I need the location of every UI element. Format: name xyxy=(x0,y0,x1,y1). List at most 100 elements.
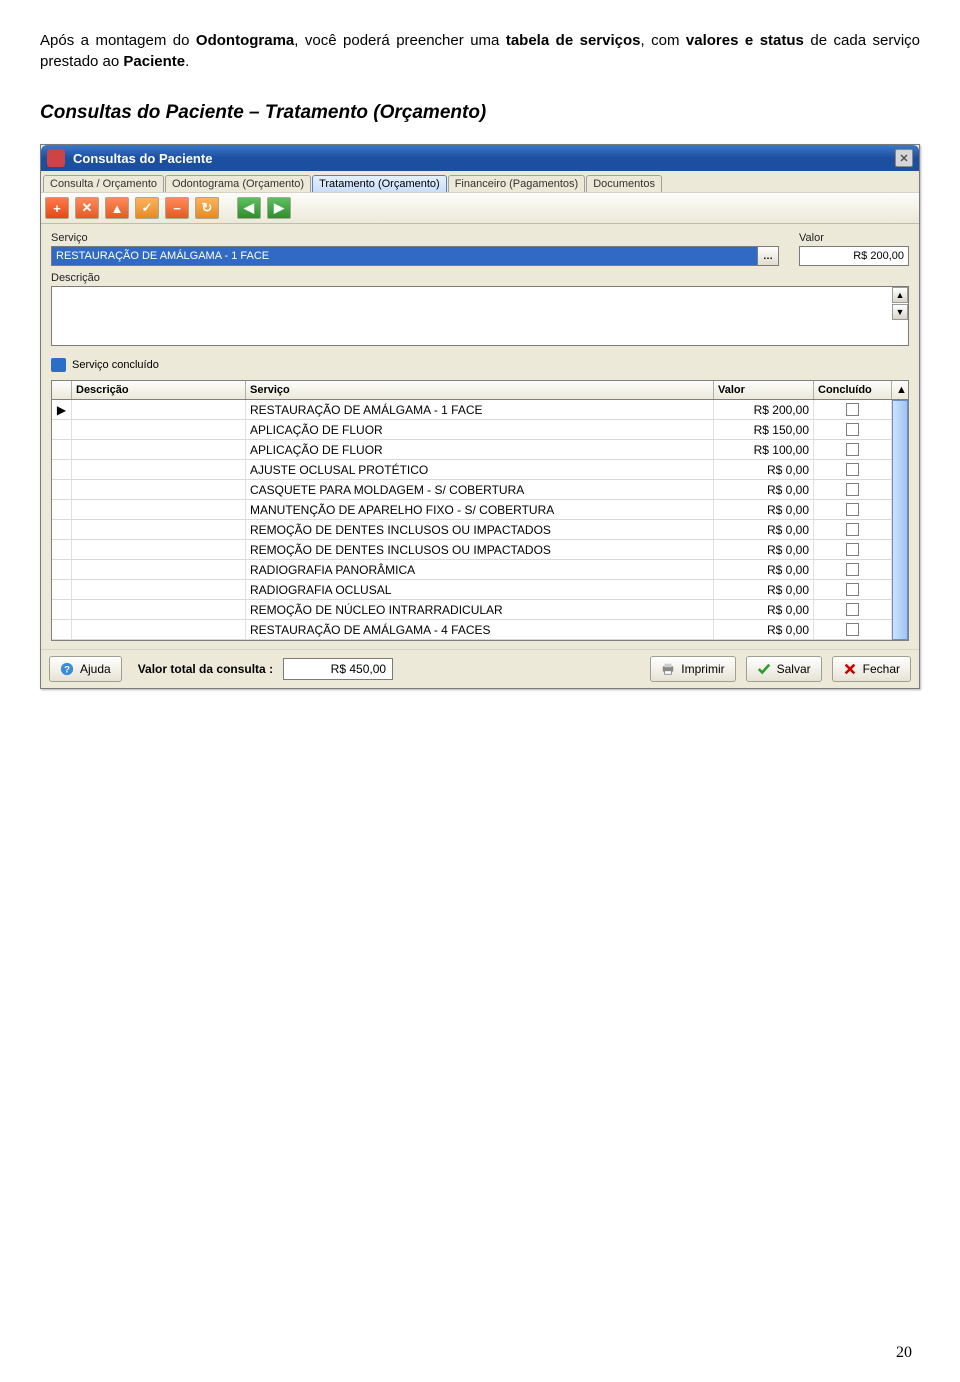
table-row[interactable]: REMOÇÃO DE NÚCLEO INTRARRADICULARR$ 0,00 xyxy=(52,600,908,620)
remove-button[interactable]: − xyxy=(165,197,189,219)
fechar-button[interactable]: Fechar xyxy=(832,656,911,682)
cell-descricao xyxy=(72,480,246,499)
refresh-button[interactable]: ↻ xyxy=(195,197,219,219)
cell-valor: R$ 200,00 xyxy=(714,400,814,419)
total-value: R$ 450,00 xyxy=(283,658,393,680)
cell-descricao xyxy=(72,500,246,519)
table-row[interactable]: CASQUETE PARA MOLDAGEM - S/ COBERTURAR$ … xyxy=(52,480,908,500)
ajuda-button[interactable]: ? Ajuda xyxy=(49,656,122,682)
intro-paragraph: Após a montagem do Odontograma, você pod… xyxy=(40,30,920,72)
servico-concluido-checkbox-row[interactable]: Serviço concluído xyxy=(51,358,909,372)
cell-descricao xyxy=(72,580,246,599)
grid-header-descricao[interactable]: Descrição xyxy=(72,381,246,399)
row-marker xyxy=(52,620,72,639)
table-row[interactable]: RADIOGRAFIA PANORÂMICAR$ 0,00 xyxy=(52,560,908,580)
cell-concluido[interactable] xyxy=(814,500,892,519)
cell-concluido[interactable] xyxy=(814,480,892,499)
table-row[interactable]: APLICAÇÃO DE FLUORR$ 150,00 xyxy=(52,420,908,440)
servico-combobox[interactable]: RESTAURAÇÃO DE AMÁLGAMA - 1 FACE xyxy=(51,246,757,266)
footer-bar: ? Ajuda Valor total da consulta : R$ 450… xyxy=(41,649,919,688)
add-button[interactable]: + xyxy=(45,197,69,219)
cell-concluido[interactable] xyxy=(814,540,892,559)
imprimir-label: Imprimir xyxy=(681,662,724,676)
table-row[interactable]: RADIOGRAFIA OCLUSALR$ 0,00 xyxy=(52,580,908,600)
total-label: Valor total da consulta : xyxy=(138,662,273,676)
delete-button[interactable]: ✕ xyxy=(75,197,99,219)
cell-valor: R$ 0,00 xyxy=(714,580,814,599)
tabstrip: Consulta / OrçamentoOdontograma (Orçamen… xyxy=(41,171,919,193)
checkbox-icon xyxy=(846,603,859,616)
cell-concluido[interactable] xyxy=(814,400,892,419)
cell-concluido[interactable] xyxy=(814,440,892,459)
tab-odontograma-or-amento-[interactable]: Odontograma (Orçamento) xyxy=(165,175,311,192)
checkbox-icon xyxy=(846,463,859,476)
cell-descricao xyxy=(72,620,246,639)
checkbox-icon xyxy=(846,403,859,416)
grid-header-servico[interactable]: Serviço xyxy=(246,381,714,399)
cell-concluido[interactable] xyxy=(814,600,892,619)
table-row[interactable]: RESTAURAÇÃO DE AMÁLGAMA - 4 FACESR$ 0,00 xyxy=(52,620,908,640)
checkbox-icon xyxy=(846,583,859,596)
cell-valor: R$ 150,00 xyxy=(714,420,814,439)
toolbar: + ✕ ▲ ✓ − ↻ ◀ ▶ xyxy=(41,193,919,224)
next-button[interactable]: ▶ xyxy=(267,197,291,219)
cell-servico: RESTAURAÇÃO DE AMÁLGAMA - 1 FACE xyxy=(246,400,714,419)
help-icon: ? xyxy=(60,662,74,676)
scroll-down-icon[interactable]: ▼ xyxy=(892,304,908,320)
row-marker xyxy=(52,500,72,519)
table-row[interactable]: MANUTENÇÃO DE APARELHO FIXO - S/ COBERTU… xyxy=(52,500,908,520)
table-row[interactable]: REMOÇÃO DE DENTES INCLUSOS OU IMPACTADOS… xyxy=(52,520,908,540)
ajuda-label: Ajuda xyxy=(80,662,111,676)
cell-descricao xyxy=(72,420,246,439)
grid-header-concluido[interactable]: Concluído xyxy=(814,381,892,399)
tab-tratamento-or-amento-[interactable]: Tratamento (Orçamento) xyxy=(312,175,447,192)
fechar-label: Fechar xyxy=(863,662,900,676)
checkbox-icon xyxy=(846,423,859,436)
cell-concluido[interactable] xyxy=(814,520,892,539)
up-button[interactable]: ▲ xyxy=(105,197,129,219)
cell-valor: R$ 100,00 xyxy=(714,440,814,459)
confirm-button[interactable]: ✓ xyxy=(135,197,159,219)
salvar-label: Salvar xyxy=(777,662,811,676)
cell-concluido[interactable] xyxy=(814,580,892,599)
grid-header-valor[interactable]: Valor xyxy=(714,381,814,399)
cell-valor: R$ 0,00 xyxy=(714,480,814,499)
tab-financeiro-pagamentos-[interactable]: Financeiro (Pagamentos) xyxy=(448,175,586,192)
prev-button[interactable]: ◀ xyxy=(237,197,261,219)
scroll-up-icon[interactable]: ▲ xyxy=(892,287,908,303)
cell-concluido[interactable] xyxy=(814,560,892,579)
page-number: 20 xyxy=(896,1344,912,1362)
salvar-button[interactable]: Salvar xyxy=(746,656,822,682)
section-heading: Consultas do Paciente – Tratamento (Orça… xyxy=(40,102,920,124)
cell-concluido[interactable] xyxy=(814,620,892,639)
table-row[interactable]: REMOÇÃO DE DENTES INCLUSOS OU IMPACTADOS… xyxy=(52,540,908,560)
checkbox-icon xyxy=(846,543,859,556)
cell-servico: REMOÇÃO DE DENTES INCLUSOS OU IMPACTADOS xyxy=(246,520,714,539)
tab-consulta-or-amento[interactable]: Consulta / Orçamento xyxy=(43,175,164,192)
servico-lookup-button[interactable]: … xyxy=(757,246,779,266)
close-red-icon xyxy=(843,662,857,676)
imprimir-button[interactable]: Imprimir xyxy=(650,656,735,682)
cell-valor: R$ 0,00 xyxy=(714,460,814,479)
cell-servico: REMOÇÃO DE DENTES INCLUSOS OU IMPACTADOS xyxy=(246,540,714,559)
cell-descricao xyxy=(72,560,246,579)
checkbox-icon xyxy=(846,623,859,636)
cell-concluido[interactable] xyxy=(814,460,892,479)
cell-descricao xyxy=(72,600,246,619)
table-row[interactable]: ▶RESTAURAÇÃO DE AMÁLGAMA - 1 FACER$ 200,… xyxy=(52,400,908,420)
descricao-textarea[interactable]: ▲ ▼ xyxy=(51,286,909,346)
row-marker xyxy=(52,540,72,559)
valor-input[interactable] xyxy=(799,246,909,266)
tab-documentos[interactable]: Documentos xyxy=(586,175,662,192)
close-icon[interactable]: ✕ xyxy=(895,149,913,167)
cell-concluido[interactable] xyxy=(814,420,892,439)
cell-servico: MANUTENÇÃO DE APARELHO FIXO - S/ COBERTU… xyxy=(246,500,714,519)
check-icon xyxy=(757,662,771,676)
cell-descricao xyxy=(72,540,246,559)
row-marker xyxy=(52,600,72,619)
grid-scrollbar[interactable] xyxy=(892,400,908,640)
table-row[interactable]: AJUSTE OCLUSAL PROTÉTICOR$ 0,00 xyxy=(52,460,908,480)
cell-descricao xyxy=(72,400,246,419)
table-row[interactable]: APLICAÇÃO DE FLUORR$ 100,00 xyxy=(52,440,908,460)
row-marker xyxy=(52,520,72,539)
